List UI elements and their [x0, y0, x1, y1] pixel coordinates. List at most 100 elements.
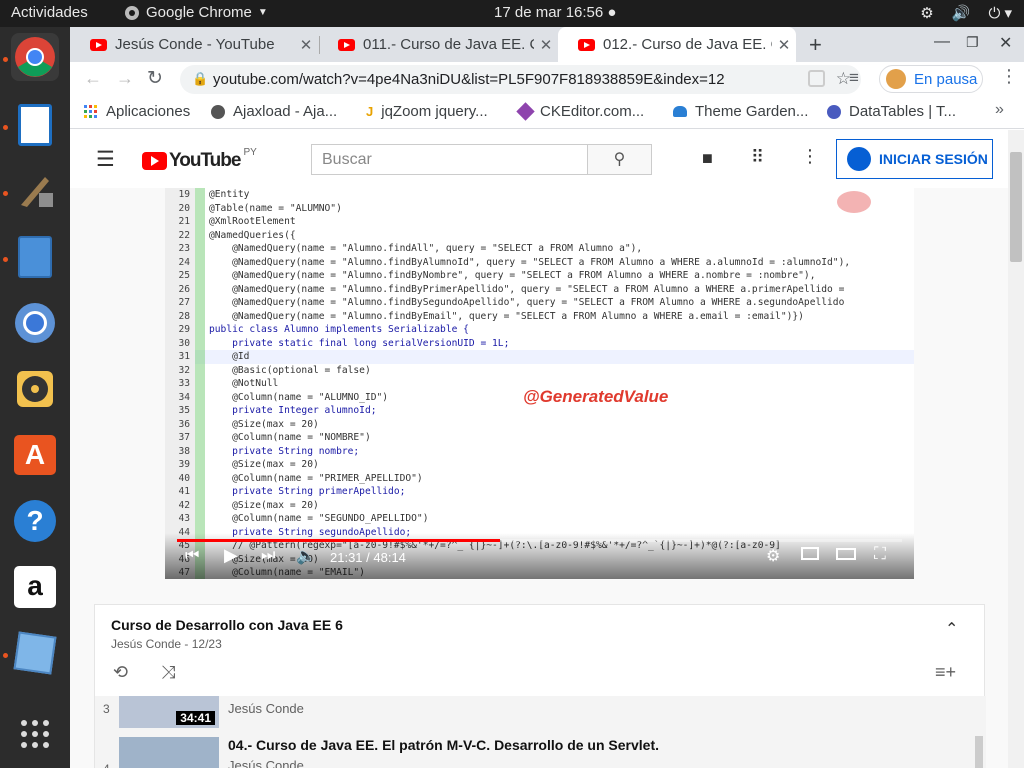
theater-mode-icon[interactable]: [836, 548, 856, 560]
change-gutter: [195, 269, 205, 283]
change-gutter: [195, 417, 205, 431]
bookmark-theme-garden[interactable]: Theme Garden...: [673, 103, 808, 120]
bookmark-label: Ajaxload - Aja...: [233, 103, 338, 120]
volume-button[interactable]: 🔈: [296, 546, 316, 566]
settings-gear-icon[interactable]: ⚙: [766, 546, 780, 566]
extension-icon[interactable]: [808, 70, 825, 87]
dock: A ? a: [0, 27, 70, 768]
scrollbar-thumb[interactable]: [1010, 152, 1022, 262]
dock-writer-icon[interactable]: [11, 101, 59, 149]
forward-button[interactable]: →: [116, 68, 134, 89]
close-icon[interactable]: ✕: [772, 36, 796, 54]
fullscreen-icon[interactable]: ⛶: [874, 544, 886, 564]
reload-button[interactable]: ↻: [147, 67, 163, 90]
code-text: @Entity: [209, 189, 250, 200]
back-button[interactable]: ←: [84, 68, 102, 89]
video-overlay-annotation: @GeneratedValue: [523, 387, 669, 406]
dock-rhythmbox-icon[interactable]: [11, 365, 59, 413]
restore-button[interactable]: ❐: [966, 34, 979, 51]
dock-gimp-icon[interactable]: [11, 167, 59, 215]
clock[interactable]: 17 de mar 16:56 ●: [494, 4, 616, 21]
account-icon: [847, 147, 871, 171]
line-number: 38: [165, 444, 195, 458]
close-window-button[interactable]: ✕: [999, 33, 1012, 53]
tab-title: 011.- Curso de Java EE. Cr: [363, 36, 534, 53]
dock-chrome-icon[interactable]: [11, 33, 59, 81]
line-number: 26: [165, 282, 195, 296]
bookmark-datatables[interactable]: DataTables | T...: [827, 103, 956, 120]
dock-software-icon[interactable]: A: [11, 431, 59, 479]
playlist-title[interactable]: Curso de Desarrollo con Java EE 6: [111, 617, 343, 633]
item-author: Jesús Conde: [228, 701, 304, 716]
media-control-icon[interactable]: ≡: [849, 68, 859, 88]
youtube-logo[interactable]: YouTube PY: [142, 147, 257, 172]
close-icon[interactable]: ✕: [534, 36, 558, 54]
line-number: 43: [165, 512, 195, 526]
bookmark-ckeditor[interactable]: CKEditor.com...: [516, 102, 645, 121]
code-line: 31 @Id: [165, 350, 914, 364]
running-indicator: [3, 191, 8, 196]
show-apps-icon[interactable]: [11, 710, 59, 758]
collapse-chevron-icon[interactable]: ⌃: [945, 619, 958, 639]
loop-icon[interactable]: ⟲: [113, 662, 128, 683]
dock-chromium-icon[interactable]: [11, 299, 59, 347]
settings-kebab-icon[interactable]: ⋮: [801, 146, 819, 167]
search-button[interactable]: ⚲: [587, 144, 652, 175]
system-tray[interactable]: ⚙ 🔊 ⏻ ▾: [920, 4, 1012, 22]
code-text: @Size(max = 20): [209, 499, 319, 511]
more-bookmarks-icon[interactable]: »: [995, 101, 1004, 119]
next-button[interactable]: ⏭: [261, 547, 275, 565]
address-bar[interactable]: 🔒 youtube.com/watch?v=4pe4Na3niDU&list=P…: [180, 65, 861, 94]
apps-icon[interactable]: ⠿: [751, 147, 764, 168]
create-video-icon[interactable]: ■: [702, 148, 713, 169]
playlist-scrollbar[interactable]: [975, 736, 983, 768]
playlist-item[interactable]: 4 04.- Curso de Java EE. El patrón M-V-C…: [95, 736, 965, 768]
shuffle-icon[interactable]: ⤨: [161, 662, 175, 683]
bookmarks-bar: Aplicaciones Ajaxload - Aja... J jqZoom …: [70, 96, 1024, 129]
bookmark-label: CKEditor.com...: [540, 103, 645, 120]
menu-kebab-icon[interactable]: ⋮: [1000, 66, 1018, 87]
progress-track[interactable]: [177, 539, 902, 542]
minimize-button[interactable]: —: [934, 33, 950, 51]
code-line: 19 @Entity: [165, 188, 914, 202]
activities-button[interactable]: Actividades: [11, 4, 88, 21]
search-input[interactable]: Buscar: [311, 144, 588, 175]
close-icon[interactable]: ✕: [294, 36, 318, 54]
profile-paused-button[interactable]: En pausa: [879, 65, 983, 93]
previous-button[interactable]: ⏮: [185, 547, 199, 565]
change-gutter: [195, 498, 205, 512]
app-menu-label: Google Chrome: [146, 4, 252, 21]
sign-in-label: INICIAR SESIÓN: [879, 151, 988, 167]
miniplayer-icon[interactable]: [801, 547, 819, 560]
playlist-author[interactable]: Jesús Conde: [111, 637, 181, 651]
line-number: 22: [165, 228, 195, 242]
page-scrollbar[interactable]: [1008, 130, 1024, 768]
tab-jesus-conde[interactable]: Jesús Conde - YouTube ✕: [70, 27, 318, 62]
dock-files-icon[interactable]: [11, 233, 59, 281]
code-text: private Integer alumnoId;: [209, 405, 377, 416]
save-playlist-icon[interactable]: ≡+: [935, 662, 956, 683]
dock-help-icon[interactable]: ?: [11, 497, 59, 545]
tab-curso-011[interactable]: 011.- Curso de Java EE. Cr ✕: [318, 27, 558, 62]
bookmark-apps[interactable]: Aplicaciones: [84, 103, 190, 120]
bookmark-jqzoom[interactable]: J jqZoom jquery...: [366, 103, 488, 120]
app-menu[interactable]: Google Chrome ▼: [124, 4, 268, 21]
bookmark-ajaxload[interactable]: Ajaxload - Aja...: [211, 103, 337, 120]
youtube-play-logo-icon: [142, 152, 167, 170]
dock-amazon-icon[interactable]: a: [11, 563, 59, 611]
line-number: 42: [165, 498, 195, 512]
hamburger-menu-icon[interactable]: ☰: [96, 147, 115, 172]
change-gutter: [195, 363, 205, 377]
item-title: 04.- Curso de Java EE. El patrón M-V-C. …: [228, 737, 660, 753]
new-tab-button[interactable]: +: [809, 32, 822, 58]
video-player[interactable]: 19 @Entity 20 @Table(name = "ALUMNO") 21 @Xml…: [165, 188, 914, 579]
playlist-item[interactable]: 3 34:41 Jesús Conde: [95, 696, 965, 728]
watermark-logo: [837, 191, 871, 213]
tab-title: 012.- Curso de Java EE. Cr: [603, 36, 772, 53]
tab-curso-012[interactable]: 012.- Curso de Java EE. Cr ✕: [558, 27, 796, 62]
youtube-favicon-icon: [338, 38, 355, 51]
dock-virtualbox-icon[interactable]: [11, 629, 59, 677]
play-button[interactable]: ▶: [224, 545, 238, 566]
code-text: @Column(name = "PRIMER_APELLIDO"): [209, 472, 423, 484]
sign-in-button[interactable]: INICIAR SESIÓN: [836, 139, 993, 179]
